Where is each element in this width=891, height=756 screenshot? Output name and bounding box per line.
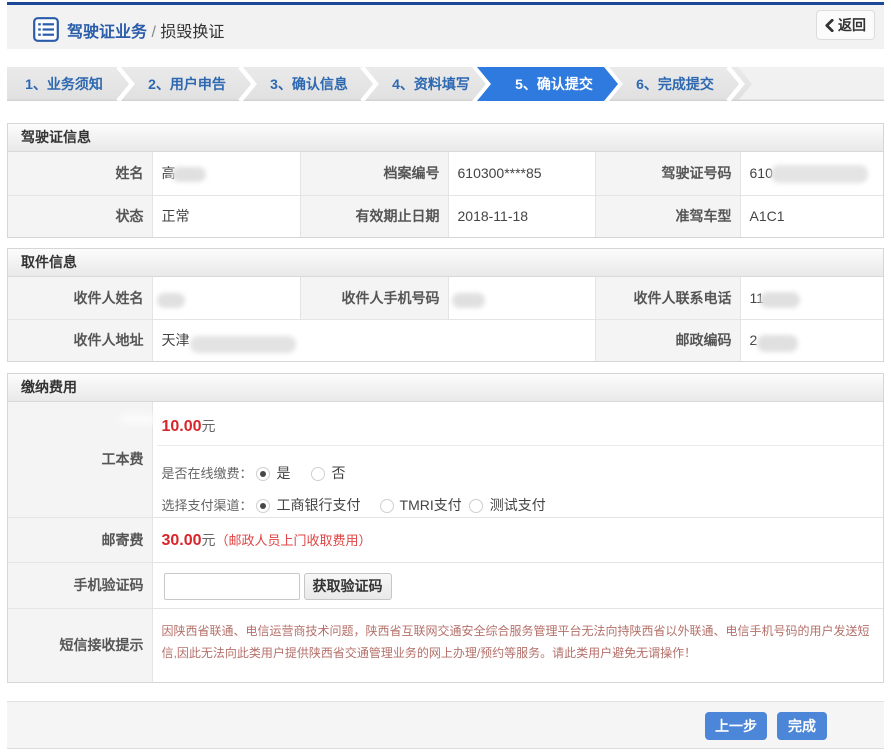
svg-text:6、完成提交: 6、完成提交	[636, 76, 714, 92]
svg-text:5、确认提交: 5、确认提交	[515, 76, 593, 92]
svg-text:3、确认信息: 3、确认信息	[270, 76, 348, 92]
svg-text:2、用户申告: 2、用户申告	[148, 76, 226, 92]
svg-text:1、业务须知: 1、业务须知	[25, 76, 103, 92]
svg-text:4、资料填写: 4、资料填写	[392, 76, 470, 92]
